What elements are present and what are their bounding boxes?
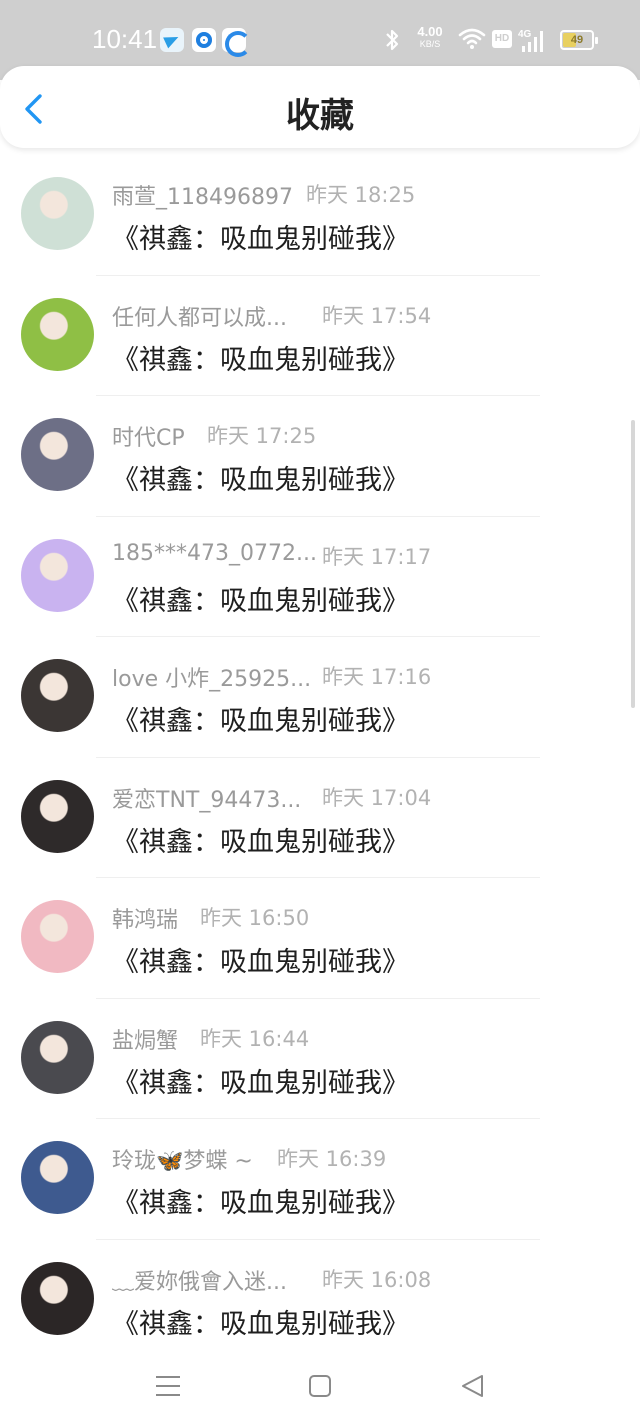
list-item[interactable]: 雨萱_118496897 昨天 18:25 《祺鑫：吸血鬼别碰我》 (0, 155, 640, 276)
story-title[interactable]: 《祺鑫：吸血鬼别碰我》 (112, 217, 409, 256)
timestamp: 昨天 17:54 (322, 303, 432, 328)
timestamp: 昨天 17:16 (322, 665, 432, 689)
navigation-bar (0, 1350, 640, 1422)
avatar[interactable] (21, 297, 94, 371)
avatar[interactable] (21, 1020, 94, 1094)
page-title: 收藏 (286, 96, 354, 136)
timestamp: 昨天 16:50 (200, 906, 310, 930)
home-square-icon[interactable] (304, 1370, 336, 1402)
user-name[interactable]: 雨萱_118496897 (112, 179, 293, 211)
app-c-icon (222, 28, 251, 57)
avatar[interactable] (21, 779, 94, 853)
user-name[interactable]: ﹏爱妳俄會入迷... (112, 1264, 287, 1296)
list-item[interactable]: 爱恋TNT_94473... 昨天 17:04 《祺鑫：吸血鬼别碰我》 (0, 758, 640, 878)
battery-text: 49 (570, 34, 584, 46)
timestamp: 昨天 16:44 (200, 1026, 310, 1051)
menu-icon[interactable] (152, 1370, 184, 1402)
hd-icon: HD (492, 30, 512, 48)
user-name[interactable]: love 小炸_25925... (112, 661, 311, 693)
list-item[interactable]: ﹏爱妳俄會入迷... 昨天 16:08 《祺鑫：吸血鬼别碰我》 (0, 1240, 640, 1360)
list-item[interactable]: 时代CP 昨天 17:25 《祺鑫：吸血鬼别碰我》 (0, 396, 640, 517)
timestamp: 昨天 17:04 (322, 785, 432, 810)
user-name[interactable]: 185***473_0772... (112, 541, 317, 566)
story-title[interactable]: 《祺鑫：吸血鬼别碰我》 (112, 579, 409, 618)
favorites-list: 雨萱_118496897 昨天 18:25 《祺鑫：吸血鬼别碰我》 任何人都可以成..… (0, 155, 640, 1360)
user-name[interactable]: 玲珑🦋梦蝶 ~ (112, 1143, 253, 1175)
net-speed-value: 4.00 (417, 24, 443, 39)
story-title[interactable]: 《祺鑫：吸血鬼别碰我》 (112, 940, 409, 979)
user-name[interactable]: 韩鸿瑞 (112, 902, 178, 934)
story-title[interactable]: 《祺鑫：吸血鬼别碰我》 (112, 338, 409, 377)
story-title[interactable]: 《祺鑫：吸血鬼别碰我》 (112, 699, 409, 738)
list-item[interactable]: 185***473_0772... 昨天 17:17 《祺鑫：吸血鬼别碰我》 (0, 517, 640, 637)
avatar[interactable] (21, 418, 94, 491)
timestamp: 昨天 16:08 (322, 1267, 432, 1292)
story-title[interactable]: 《祺鑫：吸血鬼别碰我》 (112, 820, 409, 859)
net-speed: 4.00 KB/S (412, 24, 448, 50)
list-item[interactable]: 任何人都可以成... 昨天 17:54 《祺鑫：吸血鬼别碰我》 (0, 276, 640, 396)
story-title[interactable]: 《祺鑫：吸血鬼别碰我》 (112, 1061, 409, 1100)
avatar[interactable] (21, 538, 94, 612)
user-name[interactable]: 时代CP (112, 420, 185, 452)
status-time: 10:41 (92, 24, 158, 54)
svg-text:4G: 4G (518, 29, 532, 40)
list-item[interactable]: 韩鸿瑞 昨天 16:50 《祺鑫：吸血鬼别碰我》 (0, 878, 640, 999)
timestamp: 昨天 17:17 (322, 544, 432, 569)
screen: 10:41 4.00 KB/S HD 4G 49 收藏 雨萱_118496897… (0, 0, 640, 1422)
story-title[interactable]: 《祺鑫：吸血鬼别碰我》 (112, 1302, 409, 1341)
story-title[interactable]: 《祺鑫：吸血鬼别碰我》 (112, 1181, 409, 1220)
avatar[interactable] (21, 1141, 94, 1214)
timestamp: 昨天 17:25 (207, 424, 317, 448)
list-item[interactable]: love 小炸_25925... 昨天 17:16 《祺鑫：吸血鬼别碰我》 (0, 637, 640, 758)
header: 收藏 (0, 66, 640, 148)
user-name[interactable]: 盐焗蟹 (112, 1023, 178, 1055)
battery-icon: 49 (560, 30, 598, 50)
list-item[interactable]: 盐焗蟹 昨天 16:44 《祺鑫：吸血鬼别碰我》 (0, 999, 640, 1119)
avatar[interactable] (21, 1261, 94, 1335)
app-o-icon (192, 28, 216, 52)
back-triangle-icon[interactable] (456, 1370, 488, 1402)
wifi-icon (458, 28, 486, 49)
timestamp: 昨天 18:25 (306, 183, 416, 207)
timestamp: 昨天 16:39 (277, 1147, 387, 1171)
scrollbar[interactable] (631, 420, 635, 708)
avatar[interactable] (21, 659, 94, 732)
avatar[interactable] (21, 900, 94, 973)
story-title[interactable]: 《祺鑫：吸血鬼别碰我》 (112, 458, 409, 497)
list-item[interactable]: 玲珑🦋梦蝶 ~ 昨天 16:39 《祺鑫：吸血鬼别碰我》 (0, 1119, 640, 1240)
user-name[interactable]: 任何人都可以成... (112, 300, 287, 332)
telegram-icon (160, 28, 184, 52)
signal-4g-icon: 4G (518, 29, 543, 52)
net-speed-unit: KB/S (419, 39, 441, 49)
user-name[interactable]: 爱恋TNT_94473... (112, 782, 301, 814)
avatar[interactable] (21, 177, 94, 250)
bluetooth-icon (386, 29, 399, 51)
